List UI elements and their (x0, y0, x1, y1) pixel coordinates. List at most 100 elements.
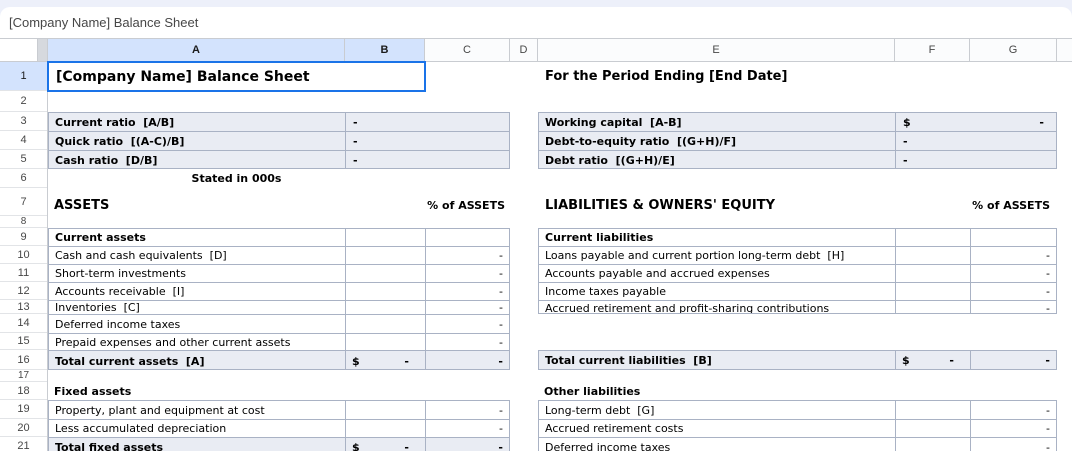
column-header-c[interactable]: C (425, 39, 510, 61)
pct-cell[interactable]: - (970, 247, 1056, 264)
amount-cell-empty[interactable] (895, 247, 970, 264)
column-header-b[interactable]: B (345, 39, 425, 61)
column-header-f[interactable]: F (895, 39, 970, 61)
row-header-6[interactable]: 6 (0, 169, 47, 188)
liabilities-pct-heading[interactable]: % of ASSETS (890, 188, 1050, 216)
row-header-15[interactable]: 15 (0, 333, 47, 350)
liabilities-heading[interactable]: LIABILITIES & OWNERS' EQUITY (545, 188, 775, 216)
ratio-label[interactable]: Debt ratio [(G+H)/E] (545, 151, 675, 169)
pct-cell[interactable]: - (425, 315, 509, 333)
item-label[interactable]: Cash and cash equivalents [D] (55, 247, 227, 264)
ratio-value-cell[interactable]: - (345, 132, 509, 150)
item-label[interactable]: Short-term investments (55, 265, 186, 282)
item-label[interactable]: Accounts payable and accrued expenses (545, 265, 770, 282)
total-label[interactable]: Total fixed assets (55, 438, 163, 451)
pct-cell[interactable]: - (425, 301, 509, 314)
pct-cell[interactable]: - (425, 283, 509, 300)
amount-cell-empty[interactable] (895, 401, 970, 419)
fixed-assets-header[interactable]: Fixed assets (54, 382, 131, 400)
row-header-12[interactable]: 12 (0, 282, 47, 300)
ratio-label[interactable]: Cash ratio [D/B] (55, 151, 157, 169)
pct-cell[interactable]: - (970, 283, 1056, 300)
pct-cell[interactable]: - (425, 247, 509, 264)
row-header-5[interactable]: 5 (0, 150, 47, 169)
ratio-value-cell[interactable]: - (895, 151, 1056, 169)
item-label[interactable]: Less accumulated depreciation (55, 420, 226, 437)
total-label[interactable]: Total current assets [A] (55, 351, 204, 370)
total-amount-cell[interactable]: $ - (895, 351, 970, 369)
row-header-18[interactable]: 18 (0, 382, 47, 400)
row-header-11[interactable]: 11 (0, 264, 47, 282)
amount-cell-empty[interactable] (895, 420, 970, 437)
amount-cell-empty[interactable] (345, 301, 425, 314)
amount-cell-empty[interactable] (345, 420, 425, 437)
amount-cell-empty[interactable] (895, 438, 970, 451)
row-header-7[interactable]: 7 (0, 188, 47, 216)
total-pct-cell[interactable]: - (425, 438, 509, 451)
cell-a6-stated-note[interactable]: Stated in 000s (48, 169, 425, 188)
ratio-label[interactable]: Quick ratio [(A-C)/B] (55, 132, 184, 150)
total-pct-cell[interactable]: - (425, 351, 509, 370)
ratio-label[interactable]: Working capital [A-B] (545, 113, 682, 131)
pct-cell[interactable]: - (970, 401, 1056, 419)
column-header-e[interactable]: E (538, 39, 895, 61)
amount-cell-empty[interactable] (345, 401, 425, 419)
pct-cell[interactable]: - (970, 265, 1056, 282)
pct-cell[interactable]: - (425, 334, 509, 350)
ratio-value-cell[interactable]: - (345, 151, 509, 169)
pct-cell[interactable]: - (970, 420, 1056, 437)
pct-cell[interactable]: - (425, 401, 509, 419)
row-header-10[interactable]: 10 (0, 246, 47, 264)
total-amount-cell[interactable]: $ - (345, 351, 425, 370)
item-label[interactable]: Accounts receivable [I] (55, 283, 184, 300)
row-header-17[interactable]: 17 (0, 370, 47, 382)
select-all-corner[interactable] (0, 39, 38, 61)
ratio-value-cell[interactable]: $ - (895, 113, 1056, 131)
section-header[interactable]: Current assets (55, 229, 146, 246)
row-header-9[interactable]: 9 (0, 228, 47, 246)
ratio-label[interactable]: Debt-to-equity ratio [(G+H)/F] (545, 132, 736, 150)
pct-cell-empty[interactable] (970, 229, 1056, 246)
column-header-h-partial[interactable] (1057, 39, 1072, 61)
pct-cell[interactable]: - (425, 265, 509, 282)
total-label[interactable]: Total current liabilities [B] (545, 351, 712, 369)
row-header-8[interactable]: 8 (0, 216, 47, 228)
row-header-1[interactable]: 1 (0, 62, 47, 91)
item-label[interactable]: Long-term debt [G] (545, 401, 654, 419)
amount-cell-empty[interactable] (895, 229, 970, 246)
item-label[interactable]: Deferred income taxes (55, 315, 180, 333)
amount-cell-empty[interactable] (345, 315, 425, 333)
total-amount-cell[interactable]: $ - (345, 438, 425, 451)
ratio-value-cell[interactable]: - (895, 132, 1056, 150)
amount-cell-empty[interactable] (895, 265, 970, 282)
section-header[interactable]: Current liabilities (545, 229, 653, 246)
assets-heading[interactable]: ASSETS (54, 188, 109, 216)
assets-pct-heading[interactable]: % of ASSETS (345, 188, 505, 216)
row-header-13[interactable]: 13 (0, 300, 47, 314)
amount-cell-empty[interactable] (345, 265, 425, 282)
cell-e1-period-heading[interactable]: For the Period Ending [End Date] (545, 62, 787, 91)
column-header-d[interactable]: D (510, 39, 538, 61)
column-header-a[interactable]: A (48, 39, 345, 61)
row-header-20[interactable]: 20 (0, 419, 47, 437)
item-label[interactable]: Income taxes payable (545, 283, 666, 300)
amount-cell-empty[interactable] (895, 283, 970, 300)
row-header-21[interactable]: 21 (0, 437, 47, 451)
item-label[interactable]: Property, plant and equipment at cost (55, 401, 265, 419)
amount-cell-empty[interactable] (895, 301, 970, 314)
item-label[interactable]: Inventories [C] (55, 301, 140, 314)
row-header-19[interactable]: 19 (0, 400, 47, 419)
item-label[interactable]: Deferred income taxes (545, 438, 670, 451)
item-label[interactable]: Prepaid expenses and other current asset… (55, 334, 290, 350)
row-header-16[interactable]: 16 (0, 350, 47, 370)
amount-cell-empty[interactable] (345, 334, 425, 350)
row-header-4[interactable]: 4 (0, 131, 47, 150)
amount-cell-empty[interactable] (345, 247, 425, 264)
item-label[interactable]: Accrued retirement costs (545, 420, 683, 437)
amount-cell-empty[interactable] (345, 283, 425, 300)
amount-cell-empty[interactable] (345, 229, 425, 246)
pct-cell[interactable]: - (425, 420, 509, 437)
pct-cell[interactable]: - (970, 301, 1056, 314)
cell-a1-sheet-title[interactable]: [Company Name] Balance Sheet (48, 62, 425, 91)
ratio-label[interactable]: Current ratio [A/B] (55, 113, 174, 131)
